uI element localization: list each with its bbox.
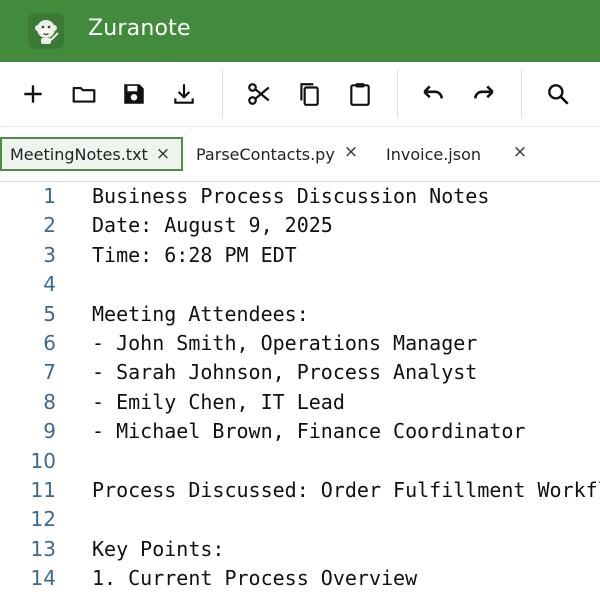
editor-line: 1 Business Process Discussion Notes [0, 182, 600, 211]
copy-button[interactable] [291, 76, 327, 112]
line-text[interactable]: - Emily Chen, IT Lead [92, 390, 345, 414]
tab-meetingnotes[interactable]: MeetingNotes.txt × [0, 137, 183, 171]
line-number: 5 [43, 301, 56, 326]
line-text[interactable]: - Sarah Johnson, Process Analyst [92, 360, 477, 384]
line-number: 13 [30, 536, 56, 561]
copy-icon [300, 83, 319, 106]
editor-line: 6 - John Smith, Operations Manager [0, 329, 600, 358]
line-number: 10 [30, 448, 56, 473]
search-button[interactable] [540, 76, 576, 112]
app-title: Zuranote [88, 16, 191, 41]
line-number: 6 [43, 331, 56, 355]
toolbar-divider [222, 70, 223, 118]
line-number: 12 [30, 507, 56, 532]
line-number: 9 [43, 419, 56, 444]
redo-icon [474, 85, 494, 99]
toolbar [0, 62, 600, 126]
line-text[interactable]: Business Process Discussion Notes [92, 184, 489, 208]
line-text[interactable]: - John Smith, Operations Manager [92, 331, 477, 355]
download-button[interactable] [166, 76, 202, 112]
editor-line: 11 Process Discussed: Order Fulfillment W… [0, 476, 600, 505]
line-number: 2 [43, 213, 56, 238]
plus-icon [24, 85, 42, 103]
toolbar-divider [521, 70, 522, 118]
line-text[interactable]: Time: 6:28 PM EDT [92, 243, 297, 267]
undo-icon [423, 85, 443, 99]
scissors-icon [248, 83, 270, 105]
tab-parsecontacts[interactable]: ParseContacts.py × [196, 137, 366, 171]
line-text[interactable]: 1. Current Process Overview [92, 566, 417, 590]
search-icon [548, 84, 569, 105]
close-icon[interactable]: × [153, 144, 173, 164]
close-icon[interactable]: × [510, 142, 530, 162]
line-text[interactable]: - Michael Brown, Finance Coordinator [92, 419, 525, 443]
close-icon[interactable]: × [341, 142, 361, 162]
text-editor[interactable]: 1 Business Process Discussion Notes 2 Date… [0, 182, 600, 600]
editor-line: 10 [0, 447, 600, 476]
line-number: 1 [43, 184, 56, 208]
line-number: 14 [30, 566, 56, 591]
line-number: 7 [43, 360, 56, 385]
tab-label: Invoice.json [386, 144, 481, 164]
line-number: 8 [43, 389, 56, 414]
download-icon [174, 84, 194, 104]
new-file-button[interactable] [15, 76, 51, 112]
save-button[interactable] [116, 76, 152, 112]
line-number: 4 [43, 272, 56, 297]
editor-line: 14 1. Current Process Overview [0, 564, 600, 593]
folder-icon [72, 86, 96, 103]
line-number: 11 [30, 478, 56, 502]
editor-line: 3 Time: 6:28 PM EDT [0, 241, 600, 270]
editor-line: 7 - Sarah Johnson, Process Analyst [0, 358, 600, 387]
open-folder-button[interactable] [66, 76, 102, 112]
tab-label: ParseContacts.py [196, 144, 335, 164]
editor-line: 4 [0, 270, 600, 299]
editor-line: 13 Key Points: [0, 535, 600, 564]
tab-bar: MeetingNotes.txt × ParseContacts.py × In… [0, 126, 600, 182]
monkey-logo-icon [28, 13, 64, 49]
tab-invoice[interactable]: Invoice.json × [386, 137, 536, 171]
toolbar-divider [397, 70, 398, 118]
clipboard-icon [350, 83, 370, 106]
cut-button[interactable] [241, 76, 277, 112]
tab-label: MeetingNotes.txt [10, 144, 148, 164]
line-text[interactable]: Meeting Attendees: [92, 302, 309, 326]
redo-button[interactable] [466, 76, 502, 112]
line-text[interactable]: Key Points: [92, 537, 224, 561]
editor-line: 9 - Michael Brown, Finance Coordinator [0, 417, 600, 446]
editor-line: 5 Meeting Attendees: [0, 300, 600, 329]
editor-line: 2 Date: August 9, 2025 [0, 211, 600, 240]
undo-button[interactable] [415, 76, 451, 112]
editor-line: 12 [0, 505, 600, 534]
line-text[interactable]: Date: August 9, 2025 [92, 213, 333, 237]
floppy-disk-icon [124, 84, 144, 104]
line-number: 3 [43, 242, 56, 267]
title-bar: Zuranote [0, 0, 600, 62]
paste-button[interactable] [342, 76, 378, 112]
line-text[interactable]: Process Discussed: Order Fulfillment Wor… [92, 478, 600, 502]
editor-line: 8 - Emily Chen, IT Lead [0, 388, 600, 417]
